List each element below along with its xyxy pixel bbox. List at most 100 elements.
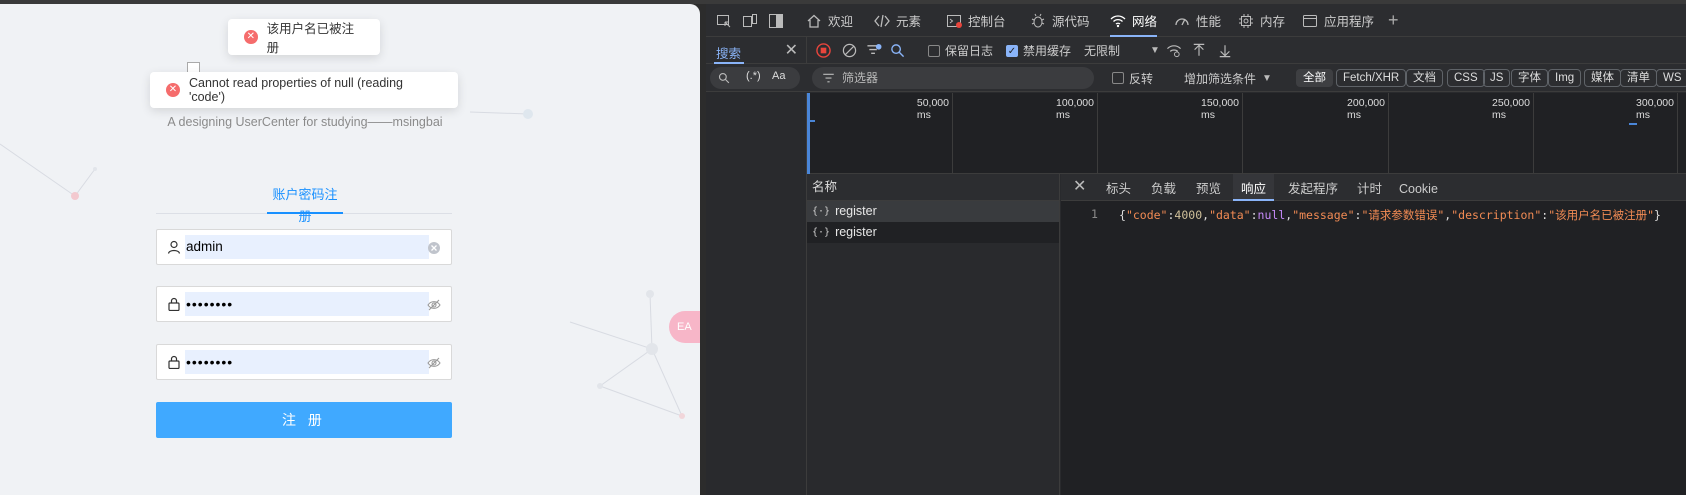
confirm-password-input[interactable]: ••••••••: [185, 350, 429, 374]
wifi-icon: [1110, 14, 1126, 27]
checkbox-unchecked[interactable]: [928, 44, 940, 57]
translate-float-tab[interactable]: EA: [669, 311, 700, 343]
filter-chip-doc[interactable]: 文档: [1406, 69, 1443, 87]
search-box[interactable]: (.*) Aa: [710, 67, 800, 89]
record-stop-icon[interactable]: [816, 43, 831, 58]
tab-timing[interactable]: 计时: [1357, 174, 1382, 201]
xhr-icon: {·}: [812, 206, 831, 217]
tab-elements[interactable]: 元素: [874, 4, 921, 37]
response-body: 1 {"code":4000,"data":null,"message":"请求…: [1061, 201, 1686, 222]
error-icon: ✕: [244, 30, 258, 44]
checkbox-unchecked[interactable]: [1112, 72, 1124, 84]
invert-label: 反转: [1129, 71, 1154, 86]
checkbox-checked[interactable]: ✓: [1006, 44, 1018, 57]
invert-checkbox[interactable]: 反转: [1112, 64, 1153, 92]
tab-sources[interactable]: 源代码: [1030, 4, 1090, 37]
code-icon: [874, 14, 890, 27]
filter-chip-font[interactable]: 字体: [1511, 69, 1548, 87]
filter-chip-js[interactable]: JS: [1483, 69, 1511, 87]
timeline-gridline: 200,000 ms: [1347, 93, 1389, 174]
clear-icon[interactable]: [427, 241, 441, 255]
filter-input[interactable]: 筛选器: [812, 67, 1094, 89]
tab-headers[interactable]: 标头: [1106, 174, 1131, 201]
more-filters-dropdown[interactable]: 增加筛选条件 ▼: [1184, 64, 1272, 92]
close-icon[interactable]: ✕: [1073, 176, 1086, 196]
disable-cache-checkbox[interactable]: ✓ 禁用缓存: [1006, 37, 1071, 64]
regex-toggle[interactable]: (.*): [746, 70, 761, 82]
throttle-select[interactable]: 无限制 ▼: [1084, 37, 1160, 64]
app-icon: [1303, 14, 1317, 27]
tab-label: 元素: [896, 15, 922, 29]
filter-chip-all[interactable]: 全部: [1296, 69, 1333, 87]
device-toggle-icon[interactable]: [742, 13, 758, 29]
timeline-gridline: 250,000 ms: [1492, 93, 1534, 174]
network-conditions-icon[interactable]: [1166, 43, 1182, 58]
network-timeline-overview: 50,000 ms 100,000 ms 150,000 ms 200,000 …: [807, 93, 1686, 174]
password-input[interactable]: ••••••••: [185, 292, 429, 316]
tab-account-password-register[interactable]: 账户密码注册: [267, 184, 343, 224]
web-page: ✕ 该用户名已被注册 ✕ Cannot read properties of n…: [0, 4, 700, 495]
home-icon: [807, 14, 821, 28]
search-drawer-tab[interactable]: 搜索 ✕: [706, 37, 807, 64]
filter-chip-ws[interactable]: WS: [1656, 69, 1686, 87]
filter-chip-css[interactable]: CSS: [1447, 69, 1485, 87]
filter-chip-fetch-xhr[interactable]: Fetch/XHR: [1336, 69, 1407, 87]
page-subtitle: A designing UserCenter for studying——msi…: [167, 115, 443, 129]
gauge-icon: [1175, 17, 1189, 25]
tab-preview[interactable]: 预览: [1196, 174, 1221, 201]
filter-chip-media[interactable]: 媒体: [1584, 69, 1621, 87]
tab-payload[interactable]: 负载: [1151, 174, 1176, 201]
eye-off-icon[interactable]: [427, 298, 441, 312]
case-toggle[interactable]: Aa: [772, 70, 785, 82]
tab-network[interactable]: 网络: [1110, 4, 1158, 37]
toast-username-taken: ✕ 该用户名已被注册: [228, 19, 380, 55]
json-key: "message": [1292, 208, 1355, 222]
tab-application[interactable]: 应用程序: [1302, 4, 1374, 37]
tab-memory[interactable]: 内存: [1238, 4, 1285, 37]
request-row[interactable]: {·} register: [807, 201, 1059, 222]
request-name: register: [835, 225, 877, 239]
filter-toggle-icon[interactable]: [866, 43, 882, 58]
add-tab-plus-icon[interactable]: +: [1388, 10, 1399, 31]
filter-chip-manifest[interactable]: 清单: [1620, 69, 1657, 87]
search-icon: [718, 72, 730, 84]
tab-initiator[interactable]: 发起程序: [1288, 174, 1338, 201]
chip-icon: [1239, 13, 1253, 28]
dock-icon[interactable]: [768, 13, 784, 29]
confirm-password-field[interactable]: ••••••••: [156, 344, 452, 380]
username-input[interactable]: admin: [185, 235, 429, 259]
preserve-log-checkbox[interactable]: 保留日志: [928, 37, 993, 64]
console-icon: [947, 14, 962, 28]
clear-log-icon[interactable]: [842, 43, 857, 58]
filter-toolbar: (.*) Aa 筛选器 反转 增加筛选条件 ▼ 全部 Fetch/XHR 文档 …: [706, 64, 1686, 92]
register-button[interactable]: 注 册: [156, 402, 452, 438]
username-field[interactable]: admin: [156, 229, 452, 265]
timeline-label: 150,000 ms: [1201, 97, 1239, 121]
tab-cookie[interactable]: Cookie: [1399, 174, 1438, 201]
tab-console[interactable]: 控制台: [946, 4, 1006, 37]
tab-response[interactable]: 响应: [1233, 174, 1275, 201]
throttle-value: 无限制: [1084, 44, 1121, 58]
timeline-label: 200,000 ms: [1347, 97, 1385, 121]
timeline-gridline: 150,000 ms: [1201, 93, 1243, 174]
search-icon[interactable]: [890, 43, 905, 58]
password-field[interactable]: ••••••••: [156, 286, 452, 322]
json-number: 4000: [1174, 208, 1203, 222]
eye-off-icon[interactable]: [427, 356, 441, 370]
tab-welcome[interactable]: 欢迎: [806, 4, 853, 37]
filter-chip-img[interactable]: Img: [1548, 69, 1582, 87]
timeline-gridline: 100,000 ms: [1056, 93, 1098, 174]
inspect-icon[interactable]: [716, 13, 732, 29]
upload-icon[interactable]: [1192, 43, 1206, 58]
download-icon[interactable]: [1218, 43, 1232, 58]
name-column-header[interactable]: 名称: [807, 174, 1059, 201]
timeline-label: 50,000 ms: [916, 97, 949, 121]
close-icon[interactable]: ✕: [785, 40, 798, 60]
request-row[interactable]: {·} register: [807, 222, 1059, 243]
tab-performance[interactable]: 性能: [1174, 4, 1221, 37]
tab-label: 网络: [1132, 15, 1158, 29]
more-filters-label: 增加筛选条件: [1184, 71, 1257, 86]
timeline-label: 300,000 ms: [1636, 97, 1674, 121]
search-drawer-body: [706, 93, 807, 495]
request-name: register: [835, 204, 877, 218]
